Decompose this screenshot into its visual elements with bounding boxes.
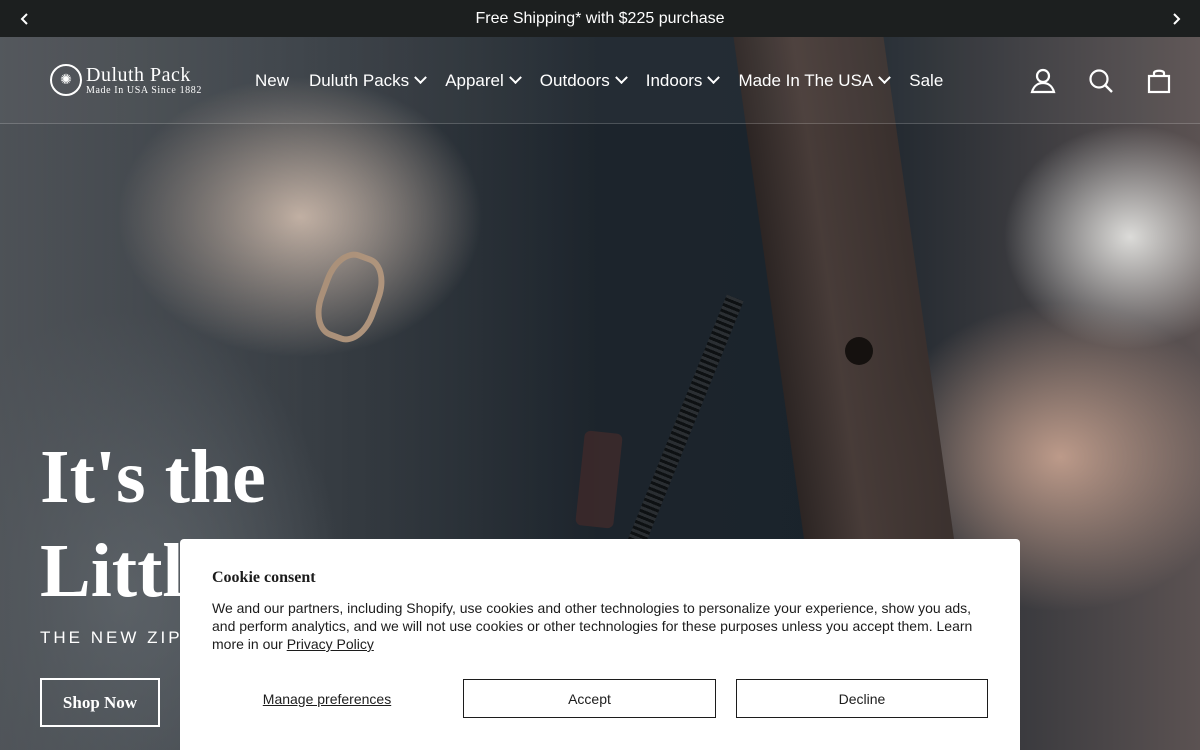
- nav-label: Made In The USA: [738, 70, 874, 90]
- account-icon[interactable]: [1030, 68, 1056, 94]
- decline-button[interactable]: Decline: [736, 679, 988, 718]
- privacy-policy-link[interactable]: Privacy Policy: [287, 636, 374, 652]
- chevron-down-icon: [707, 71, 721, 85]
- cookie-actions: Manage preferences Accept Decline: [212, 679, 988, 718]
- logo-emblem-icon: ✺: [50, 64, 82, 96]
- nav-item-outdoors[interactable]: Outdoors: [539, 70, 628, 91]
- cookie-title: Cookie consent: [212, 569, 316, 586]
- site-logo[interactable]: ✺ Duluth Pack Made In USA Since 1882: [50, 64, 202, 96]
- nav-label: Outdoors: [539, 70, 610, 90]
- nav-item-new[interactable]: New: [255, 71, 289, 91]
- hero-subtitle: The New Zipp: [40, 628, 197, 647]
- header-actions: [1030, 37, 1172, 124]
- chevron-down-icon: [614, 71, 628, 85]
- nav-item-duluth-packs[interactable]: Duluth Packs: [309, 70, 428, 91]
- logo-tagline: Made In USA Since 1882: [86, 84, 202, 96]
- chevron-down-icon: [508, 71, 522, 85]
- nav-label: New: [255, 70, 290, 90]
- manage-preferences-link[interactable]: Manage preferences: [212, 679, 442, 718]
- nav-label: Indoors: [645, 70, 703, 90]
- cookie-consent-dialog: Cookie consent We and our partners, incl…: [180, 539, 1020, 750]
- main-nav: New Duluth Packs Apparel Outdoors Indoor…: [255, 37, 943, 124]
- chevron-down-icon: [878, 71, 892, 85]
- accept-button[interactable]: Accept: [463, 679, 716, 718]
- chevron-left-icon[interactable]: [6, 0, 43, 37]
- nav-label: Sale: [909, 70, 944, 90]
- cookie-message: We and our partners, including Shopify, …: [212, 599, 992, 653]
- search-icon[interactable]: [1088, 68, 1114, 94]
- nav-item-indoors[interactable]: Indoors: [645, 70, 721, 91]
- chevron-right-icon[interactable]: [1157, 0, 1194, 37]
- nav-item-sale[interactable]: Sale: [909, 71, 943, 91]
- nav-item-apparel[interactable]: Apparel: [445, 70, 522, 91]
- nav-label: Duluth Packs: [309, 70, 410, 90]
- site-header: ✺ Duluth Pack Made In USA Since 1882 New…: [0, 37, 1200, 124]
- shop-now-button[interactable]: Shop Now: [40, 678, 160, 727]
- announcement-bar: Free Shipping* with $225 purchase: [0, 0, 1200, 37]
- nav-label: Apparel: [445, 70, 504, 90]
- announcement-text[interactable]: Free Shipping* with $225 purchase: [475, 10, 724, 28]
- chevron-down-icon: [414, 71, 428, 85]
- cart-icon[interactable]: [1146, 68, 1172, 94]
- logo-name: Duluth Pack: [86, 63, 191, 86]
- nav-item-made-in-the-usa[interactable]: Made In The USA: [738, 70, 892, 91]
